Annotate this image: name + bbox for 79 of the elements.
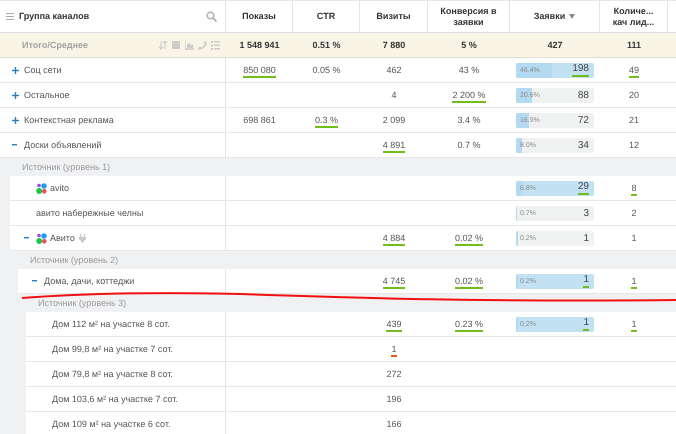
- bar-value[interactable]: 3: [583, 208, 589, 218]
- column-header[interactable]: Конверсия в заявки: [436, 6, 501, 27]
- metric-value: 272: [386, 369, 402, 379]
- column-header[interactable]: Группа каналов: [19, 11, 90, 22]
- minus-icon[interactable]: [12, 144, 17, 146]
- metric-value[interactable]: 0.23 %: [454, 319, 484, 332]
- metric-value: 698 861: [243, 115, 276, 125]
- minus-icon[interactable]: [32, 280, 37, 282]
- group-title: Источник (уровень 3): [38, 298, 126, 308]
- metric-value: 4: [391, 90, 396, 100]
- metric-value: 166: [386, 419, 402, 429]
- row-label[interactable]: Контекстная реклама: [24, 115, 114, 125]
- bar-value[interactable]: 88: [578, 90, 589, 100]
- plus-icon[interactable]: [12, 92, 19, 98]
- group-title: Источник (уровень 2): [30, 255, 118, 265]
- group-title: Источник (уровень 1): [22, 162, 110, 172]
- row-label[interactable]: Дом 79,8 м² на участке 8 сот.: [52, 369, 173, 379]
- row-label[interactable]: Дом 109 м² на участке 6 сот.: [52, 419, 170, 429]
- menu-icon[interactable]: [6, 13, 14, 20]
- column-header[interactable]: Количе... кач лид...: [608, 6, 659, 27]
- total-value: 0.51 %: [312, 40, 341, 50]
- column-header[interactable]: Визиты: [376, 11, 411, 22]
- metric-value[interactable]: 0.02 %: [454, 276, 484, 289]
- metric-value[interactable]: 0.02 %: [454, 233, 484, 246]
- total-label: Итого/Среднее: [22, 40, 88, 50]
- metric-value[interactable]: 1: [631, 276, 636, 289]
- metric-value[interactable]: 4 891: [382, 140, 406, 153]
- metric-value: 196: [386, 394, 402, 404]
- metric-value: 20: [628, 90, 639, 100]
- row-label[interactable]: Остальное: [24, 90, 70, 100]
- metric-value: 462: [386, 65, 402, 75]
- metric-value[interactable]: 2 200 %: [452, 90, 486, 103]
- total-value: 5 %: [461, 40, 477, 50]
- metric-value[interactable]: 850 080: [243, 65, 276, 78]
- plus-icon[interactable]: [12, 66, 19, 74]
- metric-value: 0.7 %: [457, 140, 480, 150]
- row-label[interactable]: Доски объявлений: [24, 140, 102, 150]
- row-label[interactable]: авито набережные челны: [36, 208, 144, 218]
- metric-value: 0.05 %: [312, 65, 341, 75]
- metric-value[interactable]: 439: [386, 319, 402, 332]
- metric-value: 2: [631, 208, 636, 218]
- row-label[interactable]: Дом 112 м² на участке 8 сот.: [52, 319, 170, 329]
- row-label[interactable]: Дом 103,6 м² на участке 7 сот.: [52, 394, 178, 404]
- row-label[interactable]: avito: [50, 183, 70, 193]
- metric-value: 3.4 %: [457, 115, 480, 125]
- bar-value[interactable]: 34: [578, 140, 589, 150]
- metric-value[interactable]: 8: [631, 183, 636, 196]
- column-header[interactable]: Показы: [242, 11, 276, 22]
- metric-value[interactable]: 49: [628, 65, 639, 78]
- metric-value: 43 %: [458, 65, 480, 75]
- sort-descending-icon[interactable]: [569, 14, 576, 19]
- minus-icon[interactable]: [24, 237, 29, 239]
- metric-value[interactable]: 0.3 %: [314, 115, 338, 128]
- column-header[interactable]: CTR: [316, 11, 336, 22]
- metric-value: 2 099: [382, 115, 406, 125]
- metric-value: 21: [628, 115, 639, 125]
- metric-value[interactable]: 4 884: [382, 233, 406, 246]
- total-value: 1 548 941: [239, 40, 280, 50]
- bar-value[interactable]: 1: [583, 274, 589, 288]
- bar-value[interactable]: 198: [572, 64, 589, 76]
- metric-value[interactable]: 1: [631, 319, 636, 332]
- row-label[interactable]: Авито: [50, 233, 75, 243]
- metric-value: 1: [631, 233, 636, 243]
- row-label[interactable]: Дома, дачи, коттеджи: [44, 276, 134, 286]
- total-value: 7 880: [382, 40, 406, 50]
- metric-value[interactable]: 1: [391, 344, 396, 357]
- plus-icon[interactable]: [12, 116, 19, 124]
- bar-value[interactable]: 72: [578, 114, 589, 126]
- row-label[interactable]: Дом 99,8 м² на участке 7 сот.: [52, 344, 173, 354]
- column-header[interactable]: Заявки: [534, 11, 566, 22]
- bar-value[interactable]: 1: [583, 232, 589, 244]
- bar-value[interactable]: 1: [583, 318, 589, 330]
- metric-value[interactable]: 4 745: [382, 276, 406, 289]
- bar-value[interactable]: 29: [578, 182, 589, 194]
- row-label[interactable]: Соц сети: [24, 65, 62, 75]
- search-icon[interactable]: [206, 11, 217, 22]
- metric-value: 12: [628, 140, 639, 150]
- total-value: 427: [547, 40, 563, 50]
- total-value: 111: [626, 40, 642, 50]
